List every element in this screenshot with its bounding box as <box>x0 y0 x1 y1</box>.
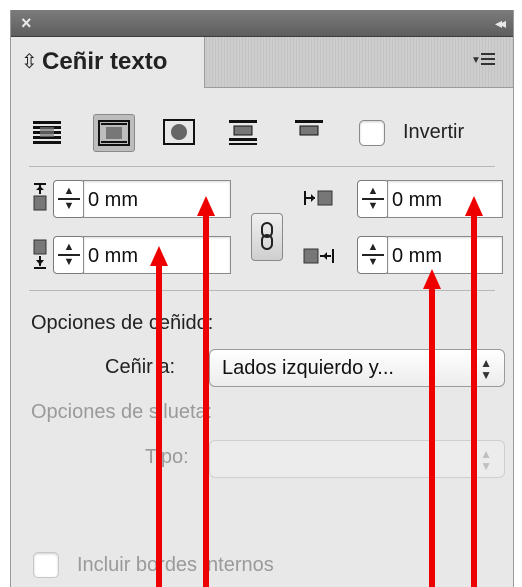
wrap-object-shape-icon <box>163 119 195 145</box>
right-offset-icon <box>303 248 334 264</box>
wrap-options-heading: Opciones de ceñido: <box>31 312 214 334</box>
no-wrap-button[interactable] <box>27 114 67 150</box>
make-all-settings-same-button[interactable] <box>251 213 283 261</box>
wrap-to-select[interactable]: Lados izquierdo y... ▲ ▼ <box>209 349 505 387</box>
bottom-offset-stepper[interactable]: ▲ ▼ <box>53 236 85 274</box>
no-wrap-icon <box>33 121 61 144</box>
top-offset-icon <box>33 183 47 211</box>
tab-expand-icon[interactable]: ⇳ <box>21 49 38 74</box>
jump-next-column-icon <box>295 120 323 136</box>
wrap-bounding-box-button[interactable] <box>93 114 135 152</box>
left-offset-icon <box>304 190 333 206</box>
invert-checkbox[interactable] <box>359 120 385 146</box>
left-offset-field[interactable]: 0 mm <box>387 180 503 218</box>
include-inside-edges-label: Incluir bordes internos <box>77 554 274 576</box>
wrap-to-label: Ceñir a: <box>105 356 176 378</box>
collapse-icon[interactable]: ◂◂ <box>495 12 506 34</box>
jump-next-column-button[interactable] <box>289 114 329 150</box>
panel-tab-bar: ⇳ Ceñir texto ▼ <box>11 37 513 88</box>
panel-title-bar: × ◂◂ <box>11 10 513 37</box>
jump-object-button[interactable] <box>223 114 263 150</box>
chain-link-icon <box>261 222 273 250</box>
bottom-offset-field[interactable]: 0 mm <box>83 236 231 274</box>
select-arrows-icon: ▲ ▼ <box>480 356 492 382</box>
top-offset-field[interactable]: 0 mm <box>83 180 231 218</box>
divider <box>29 290 495 291</box>
include-inside-edges-checkbox[interactable] <box>33 552 59 578</box>
jump-object-icon <box>229 120 257 145</box>
top-offset-stepper[interactable]: ▲ ▼ <box>53 180 85 218</box>
bottom-offset-icon <box>33 239 47 269</box>
tab-text-wrap[interactable]: ⇳ Ceñir texto <box>11 37 205 88</box>
contour-type-select[interactable]: ▲ ▼ <box>209 440 505 478</box>
close-icon[interactable]: × <box>21 12 32 34</box>
wrap-bounding-box-icon <box>98 120 130 146</box>
panel-menu-icon[interactable]: ▼ <box>471 51 501 69</box>
divider <box>29 166 495 167</box>
left-offset-stepper[interactable]: ▲ ▼ <box>357 180 389 218</box>
tab-title: Ceñir texto <box>42 48 168 75</box>
wrap-to-value: Lados izquierdo y... <box>222 357 394 379</box>
wrap-object-shape-button[interactable] <box>159 114 199 150</box>
text-wrap-panel: × ◂◂ ⇳ Ceñir texto ▼ Invertir ▲ ▼ 0 mm ▲… <box>10 10 514 587</box>
right-offset-field[interactable]: 0 mm <box>387 236 503 274</box>
select-arrows-icon: ▲ ▼ <box>480 447 492 473</box>
type-label: Tipo: <box>145 446 189 468</box>
contour-options-heading: Opciones de silueta: <box>31 401 213 423</box>
right-offset-stepper[interactable]: ▲ ▼ <box>357 236 389 274</box>
invert-label: Invertir <box>403 121 465 143</box>
